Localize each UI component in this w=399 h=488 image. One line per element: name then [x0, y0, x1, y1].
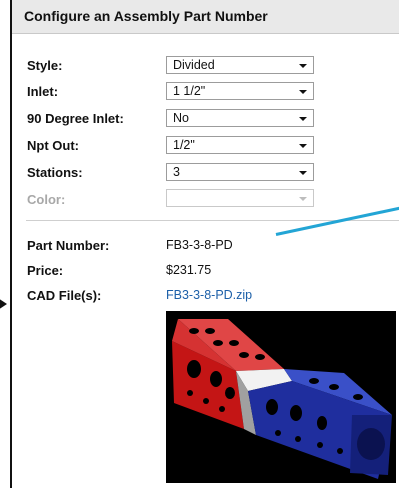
- frame-border: [10, 0, 12, 488]
- npt-out-select[interactable]: 1/2": [166, 136, 314, 154]
- panel-title: Configure an Assembly Part Number: [24, 8, 268, 24]
- stations-select-value: 3: [173, 165, 180, 179]
- chevron-down-icon: [299, 144, 307, 148]
- panel-header: Configure an Assembly Part Number: [12, 0, 399, 34]
- inlet-select[interactable]: 1 1/2": [166, 82, 314, 100]
- color-select[interactable]: [166, 189, 314, 207]
- ninety-degree-inlet-label: 90 Degree Inlet:: [27, 111, 124, 126]
- chevron-down-icon: [299, 90, 307, 94]
- part-number-value: FB3-3-8-PD: [166, 238, 233, 252]
- npt-out-label: Npt Out:: [27, 138, 79, 153]
- ninety-degree-inlet-select[interactable]: No: [166, 109, 314, 127]
- style-label: Style:: [27, 58, 63, 73]
- chevron-down-icon: [299, 171, 307, 175]
- cad-file-link[interactable]: FB3-3-8-PD.zip: [166, 288, 252, 302]
- price-label: Price:: [27, 263, 64, 278]
- pointer-arrow-icon: [0, 298, 7, 310]
- product-preview-image: [166, 311, 396, 483]
- npt-out-select-value: 1/2": [173, 138, 195, 152]
- inlet-label: Inlet:: [27, 84, 59, 99]
- chevron-down-icon: [299, 117, 307, 121]
- part-number-label: Part Number:: [27, 238, 110, 253]
- inlet-select-value: 1 1/2": [173, 84, 206, 98]
- chevron-down-icon: [299, 197, 307, 201]
- stations-select[interactable]: 3: [166, 163, 314, 181]
- price-value: $231.75: [166, 263, 212, 277]
- color-label: Color:: [27, 192, 66, 207]
- style-select-value: Divided: [173, 58, 215, 72]
- cad-files-label: CAD File(s):: [27, 288, 102, 303]
- ninety-degree-inlet-select-value: No: [173, 111, 189, 125]
- cad-file-cell: FB3-3-8-PD.zip: [166, 288, 252, 302]
- manifold-block-illustration: [166, 311, 396, 483]
- style-select[interactable]: Divided: [166, 56, 314, 74]
- chevron-down-icon: [299, 64, 307, 68]
- annotation-line: [275, 206, 399, 236]
- stations-label: Stations:: [27, 165, 83, 180]
